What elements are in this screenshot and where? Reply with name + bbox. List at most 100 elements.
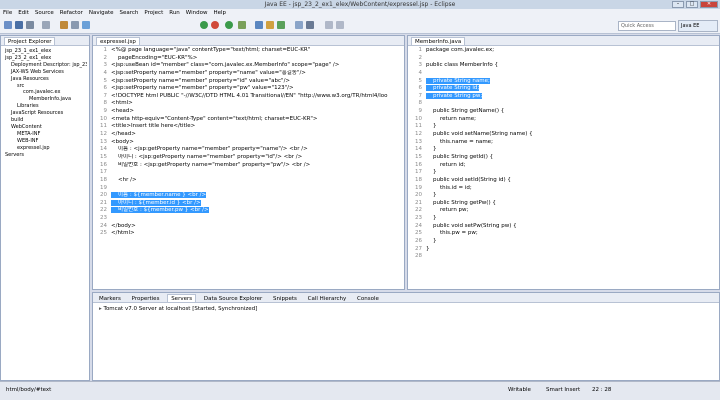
code-line[interactable]: 6 private String id; [408,85,719,93]
new-package-icon[interactable] [266,21,274,29]
new-class-icon[interactable] [277,21,285,29]
tree-item[interactable]: com.javalec.ex [3,89,87,96]
code-line[interactable]: 2 pageEncoding="EUC-KR"%> [93,55,404,63]
code-line[interactable]: 11 } [408,123,719,131]
debug-icon[interactable] [200,21,208,29]
server-entry[interactable]: ▸ Tomcat v7.0 Server at localhost [Start… [99,306,257,312]
code-line[interactable]: 19 [93,185,404,193]
tab-console[interactable]: Console [354,294,382,302]
tree-item[interactable]: src [3,83,87,90]
browser-icon[interactable] [82,21,90,29]
code-line[interactable]: 18 public void setId(String id) { [408,177,719,185]
build-icon[interactable] [71,21,79,29]
tab-data-source-explorer[interactable]: Data Source Explorer [201,294,265,302]
code-line[interactable]: 9 public String getName() { [408,108,719,116]
code-line[interactable]: 12 </head> [93,131,404,139]
tree-item[interactable]: jsp_23_2_ex1_elex [3,55,87,62]
code-line[interactable]: 14 } [408,146,719,154]
code-line[interactable]: 7 private String pw; [408,92,719,101]
new-java-project-icon[interactable] [255,21,263,29]
menu-file[interactable]: File [3,9,12,17]
code-line[interactable]: 7 <!DOCTYPE html PUBLIC "-//W3C//DTD HTML… [93,93,404,101]
code-line[interactable]: 25 this.pw = pw; [408,230,719,238]
jsp-code[interactable]: 1 <%@ page language="java" contentType="t… [93,47,404,289]
code-line[interactable]: 4 [408,70,719,78]
code-line[interactable]: 23 } [408,215,719,223]
maximize-icon[interactable]: □ [686,1,698,8]
close-icon[interactable]: ✕ [700,1,718,8]
menu-edit[interactable]: Edit [18,9,29,17]
tree-item[interactable]: META-INF [3,131,87,138]
code-line[interactable]: 17 [93,169,404,177]
tab-expressel-jsp[interactable]: expressel.jsp [96,37,140,45]
code-line[interactable]: 22 비밀번호 : ${member.pw } <br /> [93,207,404,215]
code-line[interactable]: 8 <html> [93,100,404,108]
code-line[interactable]: 24 public void setPw(String pw) { [408,223,719,231]
tab-servers[interactable]: Servers [167,294,197,302]
menu-help[interactable]: Help [213,9,226,17]
server-icon[interactable] [42,21,50,29]
tab-project-explorer[interactable]: Project Explorer [4,37,56,45]
menu-project[interactable]: Project [144,9,163,17]
menu-navigate[interactable]: Navigate [89,9,114,17]
code-line[interactable]: 17 } [408,169,719,177]
tree-item[interactable]: Deployment Descriptor: jsp_23 [3,62,87,69]
java-code[interactable]: 1 package com.javalec.ex; 2 3 public class M… [408,47,719,289]
code-line[interactable]: 2 [408,55,719,63]
save-icon[interactable] [15,21,23,29]
code-line[interactable]: 11 <title>Insert title here</title> [93,123,404,131]
code-line[interactable]: 10 return name; [408,116,719,124]
tree-item[interactable]: jsp_23_1_ex1_elex [3,48,87,55]
code-line[interactable]: 21 아이디 : ${member.id } <br /> [93,199,404,208]
code-line[interactable]: 10 <meta http-equiv="Content-Type" conten… [93,116,404,124]
package-icon[interactable] [60,21,68,29]
code-line[interactable]: 1 <%@ page language="java" contentType="t… [93,47,404,55]
tree-item[interactable]: build [3,117,87,124]
new-icon[interactable] [4,21,12,29]
menu-refactor[interactable]: Refactor [60,9,83,17]
quick-access-input[interactable]: Quick Access [618,21,676,31]
back-icon[interactable] [325,21,333,29]
code-line[interactable]: 20 } [408,192,719,200]
code-line[interactable]: 23 [93,215,404,223]
tree-item[interactable]: Java Resources [3,76,87,83]
code-line[interactable]: 21 public String getPw() { [408,200,719,208]
tree-item[interactable]: WEB-INF [3,138,87,145]
code-line[interactable]: 16 return id; [408,162,719,170]
tree-item[interactable]: MemberInfo.java [3,96,87,103]
code-line[interactable]: 25 </html> [93,230,404,238]
code-line[interactable]: 22 return pw; [408,207,719,215]
tree-item[interactable]: JAX-WS Web Services [3,69,87,76]
code-line[interactable]: 20 이름 : ${member.name } <br /> [93,192,404,200]
menu-run[interactable]: Run [169,9,180,17]
tab-call-hierarchy[interactable]: Call Hierarchy [305,294,350,302]
code-line[interactable]: 13 <body> [93,139,404,147]
code-line[interactable]: 3 <jsp:useBean id="member" class="com.jav… [93,62,404,70]
code-line[interactable]: 14 이름 : <jsp:getProperty name="member" p… [93,146,404,154]
code-line[interactable]: 12 public void setName(String name) { [408,131,719,139]
tree-item[interactable]: WebContent [3,124,87,131]
open-type-icon[interactable] [295,21,303,29]
menu-search[interactable]: Search [120,9,139,17]
menu-window[interactable]: Window [186,9,208,17]
tab-properties[interactable]: Properties [129,294,163,302]
code-line[interactable]: 5 <jsp:setProperty name="member" property… [93,78,404,86]
code-line[interactable]: 27} [408,246,719,254]
code-line[interactable]: 4 <jsp:setProperty name="member" property… [93,70,404,78]
code-line[interactable]: 1 package com.javalec.ex; [408,47,719,55]
tree-item[interactable]: Servers [3,152,87,159]
external-tools-icon[interactable] [238,21,246,29]
tab-snippets[interactable]: Snippets [270,294,300,302]
code-line[interactable]: 19 this.id = id; [408,185,719,193]
menu-source[interactable]: Source [35,9,54,17]
code-line[interactable]: 18 <hr /> [93,177,404,185]
tree-item[interactable]: expressel.jsp [3,145,87,152]
stop-icon[interactable] [211,21,219,29]
tab-markers[interactable]: Markers [96,294,124,302]
tab-memberinfo-java[interactable]: MemberInfo.java [411,37,466,45]
print-icon[interactable] [26,21,34,29]
code-line[interactable]: 16 비밀번호 : <jsp:getProperty name="member"… [93,162,404,170]
code-line[interactable]: 15 아이디 : <jsp:getProperty name="member" … [93,154,404,162]
code-line[interactable]: 3 public class MemberInfo { [408,62,719,70]
code-line[interactable]: 13 this.name = name; [408,139,719,147]
